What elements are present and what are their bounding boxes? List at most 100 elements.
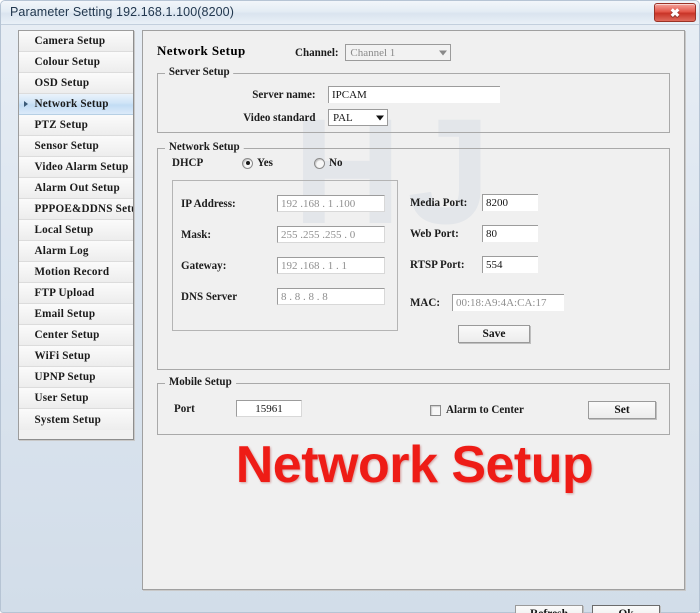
channel-row: Channel: Channel 1	[295, 44, 452, 61]
gateway-label: Gateway:	[181, 259, 227, 272]
close-button[interactable]: ✖	[654, 3, 696, 22]
dns-row: DNS Server 8 . 8 . 8 . 8	[181, 288, 385, 305]
sidebar-item-label: Local Setup	[34, 224, 94, 236]
sidebar-item-osd-setup[interactable]: OSD Setup	[19, 73, 133, 94]
parameter-setting-window: Parameter Setting 192.168.1.100(8200) ✖ …	[0, 0, 700, 613]
sidebar-item-alarm-log[interactable]: Alarm Log	[19, 241, 133, 262]
network-setup-legend: Network Setup	[165, 141, 244, 153]
refresh-button[interactable]: Refresh	[515, 605, 583, 613]
mobile-port-row: Port 15961	[174, 400, 302, 417]
sidebar-item-email-setup[interactable]: Email Setup	[19, 304, 133, 325]
chevron-down-icon	[439, 50, 448, 55]
sidebar-item-label: WiFi Setup	[34, 350, 91, 362]
mac-row: MAC: 00:18:A9:4A:CA:17	[410, 294, 564, 311]
ip-address-input[interactable]: 192 .168 . 1 .100	[277, 195, 385, 212]
set-button[interactable]: Set	[588, 401, 656, 419]
mac-value: 00:18:A9:4A:CA:17	[452, 294, 564, 311]
sidebar-item-ftp-upload[interactable]: FTP Upload	[19, 283, 133, 304]
alarm-to-center-checkbox[interactable]: Alarm to Center	[430, 404, 527, 416]
mask-row: Mask: 255 .255 .255 . 0	[181, 226, 385, 243]
sidebar-item-label: Network Setup	[34, 98, 109, 110]
server-name-input[interactable]: IPCAM	[328, 86, 500, 103]
sidebar-item-label: PPPOE&DDNS Setup	[34, 203, 134, 215]
video-standard-select[interactable]: PAL	[328, 109, 388, 126]
sidebar-item-ptz-setup[interactable]: PTZ Setup	[19, 115, 133, 136]
sidebar-item-sensor-setup[interactable]: Sensor Setup	[19, 136, 133, 157]
footer-bar: Refresh Ok	[1, 590, 700, 613]
mobile-setup-legend: Mobile Setup	[165, 376, 236, 388]
sidebar-item-local-setup[interactable]: Local Setup	[19, 220, 133, 241]
close-icon: ✖	[669, 5, 681, 20]
sidebar-item-label: Sensor Setup	[34, 140, 99, 152]
rtsp-port-input[interactable]: 554	[482, 256, 538, 273]
sidebar-item-wifi-setup[interactable]: WiFi Setup	[19, 346, 133, 367]
media-port-input[interactable]: 8200	[482, 194, 538, 211]
gateway-input[interactable]: 192 .168 . 1 . 1	[277, 257, 385, 274]
mobile-setup-group: Mobile Setup Port 15961 Alarm to Center …	[157, 376, 670, 435]
mobile-port-label: Port	[174, 402, 195, 415]
dhcp-no-label: No	[328, 157, 343, 169]
sidebar-item-label: Alarm Log	[34, 245, 89, 257]
dhcp-yes-radio[interactable]: Yes	[242, 157, 274, 169]
ip-settings-block: IP Address: 192 .168 . 1 .100 Mask: 255 …	[172, 180, 398, 331]
dhcp-no-radio[interactable]: No	[313, 157, 343, 169]
sidebar-item-user-setup[interactable]: User Setup	[19, 388, 133, 409]
rtsp-port-row: RTSP Port: 554	[410, 256, 538, 273]
ip-address-row: IP Address: 192 .168 . 1 .100	[181, 195, 385, 212]
sidebar-item-label: FTP Upload	[34, 287, 95, 299]
sidebar-item-label: Email Setup	[34, 308, 96, 320]
sidebar-item-label: Center Setup	[34, 329, 100, 341]
sidebar-item-pppoe-ddns-setup[interactable]: PPPOE&DDNS Setup	[19, 199, 133, 220]
network-setup-watermark: Network Setup	[235, 436, 594, 494]
dhcp-row: DHCP Yes No	[172, 157, 343, 169]
sidebar-item-alarm-out-setup[interactable]: Alarm Out Setup	[19, 178, 133, 199]
mask-label: Mask:	[181, 228, 212, 241]
sidebar-item-label: UPNP Setup	[34, 371, 96, 383]
channel-select-value: Channel 1	[350, 46, 396, 59]
web-port-input[interactable]: 80	[482, 225, 538, 242]
channel-select[interactable]: Channel 1	[345, 44, 452, 61]
sidebar-item-video-alarm-setup[interactable]: Video Alarm Setup	[19, 157, 133, 178]
sidebar-item-upnp-setup[interactable]: UPNP Setup	[19, 367, 133, 388]
save-button[interactable]: Save	[458, 325, 530, 343]
server-setup-legend: Server Setup	[165, 66, 234, 78]
dns-input[interactable]: 8 . 8 . 8 . 8	[277, 288, 385, 305]
sidebar-item-system-setup[interactable]: System Setup	[19, 409, 133, 430]
ok-button[interactable]: Ok	[592, 605, 660, 613]
sidebar-item-label: Motion Record	[34, 266, 110, 278]
dhcp-yes-label: Yes	[257, 157, 273, 169]
mask-input[interactable]: 255 .255 .255 . 0	[277, 226, 385, 243]
server-setup-group: Server Setup Server name: IPCAM Video st…	[157, 66, 670, 133]
sidebar-item-label: Alarm Out Setup	[34, 182, 120, 194]
sidebar-item-label: User Setup	[34, 392, 89, 404]
rtsp-port-label: RTSP Port:	[410, 258, 465, 271]
dns-label: DNS Server	[181, 290, 238, 303]
content-panel: HJ Network Setup Channel: Channel 1 Serv…	[142, 30, 685, 590]
window-title: Parameter Setting 192.168.1.100(8200)	[10, 5, 234, 19]
radio-on-icon	[242, 157, 253, 169]
sidebar-menu: Camera Setup Colour Setup OSD Setup Network…	[18, 30, 134, 440]
mobile-port-input[interactable]: 15961	[236, 400, 302, 417]
sidebar-item-label: System Setup	[34, 413, 101, 426]
sidebar-item-colour-setup[interactable]: Colour Setup	[19, 52, 133, 73]
sidebar-item-label: PTZ Setup	[34, 119, 89, 131]
ip-address-label: IP Address:	[181, 197, 236, 210]
sidebar-item-label: Colour Setup	[34, 56, 101, 68]
sidebar-item-label: OSD Setup	[34, 77, 90, 89]
alarm-to-center-label: Alarm to Center	[446, 404, 524, 416]
sidebar-item-camera-setup[interactable]: Camera Setup	[19, 31, 133, 52]
sidebar-item-motion-record[interactable]: Motion Record	[19, 262, 133, 283]
page-title: Network Setup	[157, 43, 246, 58]
sidebar-item-label: Camera Setup	[34, 35, 106, 47]
sidebar-item-network-setup[interactable]: Network Setup	[19, 94, 133, 115]
sidebar-item-center-setup[interactable]: Center Setup	[19, 325, 133, 346]
radio-off-icon	[313, 157, 325, 169]
checkbox-unchecked-icon	[430, 404, 441, 416]
media-port-label: Media Port:	[410, 196, 468, 209]
chevron-down-icon	[376, 115, 384, 120]
dhcp-label: DHCP	[172, 157, 204, 169]
web-port-row: Web Port: 80	[410, 225, 538, 242]
channel-label: Channel:	[295, 46, 339, 59]
gateway-row: Gateway: 192 .168 . 1 . 1	[181, 257, 385, 274]
web-port-label: Web Port:	[410, 227, 459, 240]
